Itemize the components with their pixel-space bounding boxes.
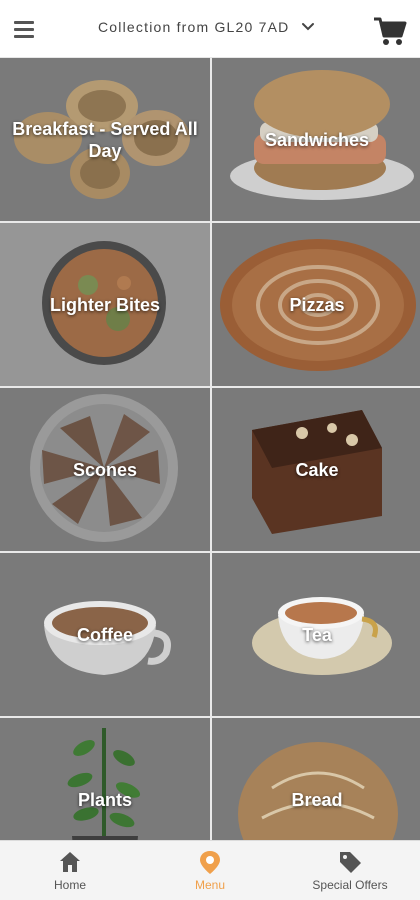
category-tile-tea[interactable]: Tea [212, 553, 420, 716]
top-bar: Collection from GL20 7AD [0, 0, 420, 58]
cart-icon[interactable] [372, 14, 408, 48]
chevron-down-icon [302, 23, 315, 31]
category-label: Lighter Bites [49, 294, 160, 315]
category-tile-cake[interactable]: Cake [212, 388, 420, 551]
potted-plant-image [67, 728, 141, 840]
app-screen: Collection from GL20 7AD Breakfast - Ser… [0, 0, 420, 900]
category-tile-lighter-bites[interactable]: Lighter Bites [0, 223, 210, 386]
category-label: Sandwiches [264, 129, 370, 150]
hamburger-icon[interactable] [14, 16, 46, 42]
category-tile-bread[interactable]: Bread [212, 718, 420, 840]
nav-label-home: Home [53, 878, 86, 892]
location-selector[interactable]: Collection from GL20 7AD [98, 18, 317, 36]
category-grid: Breakfast - Served All Day Sandwiches Li… [0, 58, 420, 840]
category-tile-pizzas[interactable]: Pizzas [212, 223, 420, 386]
nav-label-menu: Menu [194, 878, 226, 892]
category-tile-sandwiches[interactable]: Sandwiches [212, 58, 420, 221]
nav-label-special-offers: Special Offers [312, 878, 388, 892]
menu-pin-icon [200, 851, 220, 874]
category-label: Plants [77, 789, 133, 810]
bottom-navigation: Home Menu Special Offers [0, 840, 420, 900]
location-label: Collection from GL20 7AD [98, 19, 290, 35]
home-icon [60, 852, 80, 872]
category-tile-breakfast[interactable]: Breakfast - Served All Day [0, 58, 210, 221]
nav-menu[interactable]: Menu [140, 841, 280, 900]
category-label: Scones [72, 459, 138, 480]
tag-icon [340, 852, 361, 873]
category-tile-coffee[interactable]: Coffee [0, 553, 210, 716]
category-label: Cake [295, 459, 339, 480]
bread-loaf-image [238, 742, 398, 840]
category-label: Bread [291, 789, 343, 810]
category-label: Breakfast - Served All Day [12, 118, 198, 161]
category-label: Coffee [76, 624, 133, 645]
category-label: Pizzas [289, 294, 345, 315]
nav-home[interactable]: Home [0, 841, 140, 900]
category-tile-scones[interactable]: Scones [0, 388, 210, 551]
nav-special-offers[interactable]: Special Offers [280, 841, 420, 900]
category-tile-plants[interactable]: Plants [0, 718, 210, 840]
category-label: Tea [302, 624, 332, 645]
